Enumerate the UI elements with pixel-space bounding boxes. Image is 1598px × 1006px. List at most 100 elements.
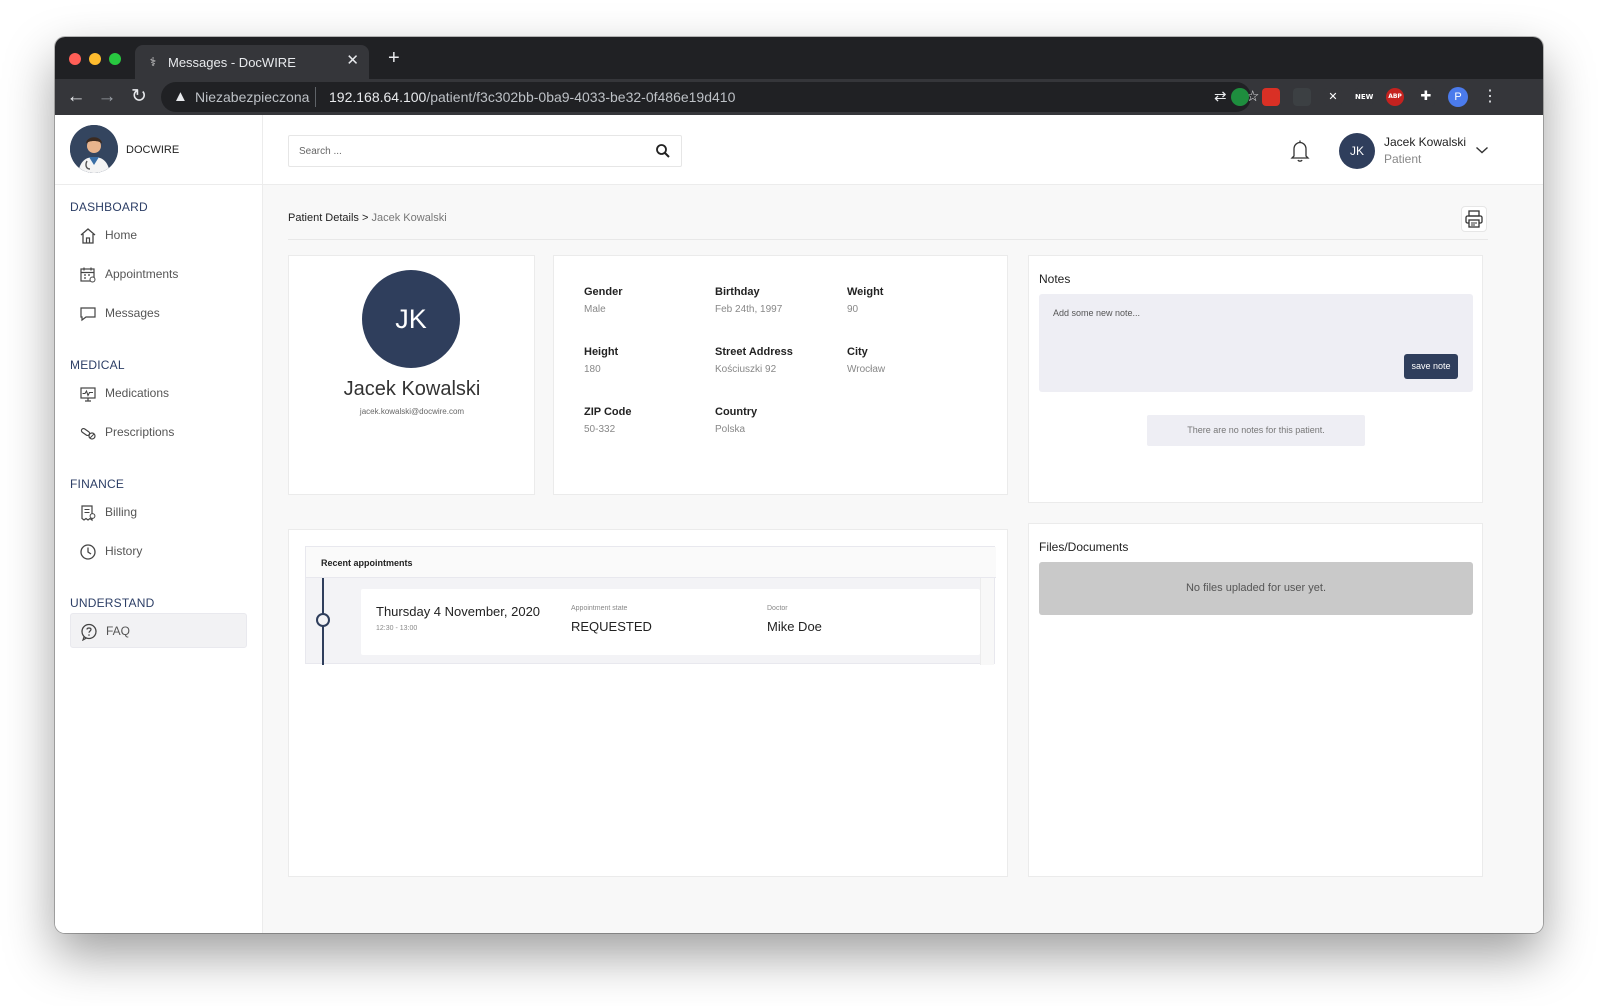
appointments-header: Recent appointments bbox=[306, 547, 996, 578]
section-finance: FINANCE bbox=[70, 477, 125, 491]
city-value: Wrocław bbox=[847, 364, 886, 375]
sidebar-item-prescriptions[interactable]: Prescriptions bbox=[70, 415, 247, 450]
notes-card: Notes save note There are no notes for t… bbox=[1028, 255, 1483, 503]
adblock-icon[interactable]: ABP bbox=[1386, 88, 1404, 106]
save-note-button[interactable]: save note bbox=[1404, 354, 1458, 379]
warning-icon: ▲ bbox=[173, 88, 188, 105]
appointments-card: Recent appointments Thursday 4 November,… bbox=[288, 529, 1008, 877]
invoice-icon bbox=[81, 505, 96, 522]
user-role: Patient bbox=[1384, 152, 1422, 166]
city-label: City bbox=[847, 346, 868, 358]
files-title: Files/Documents bbox=[1039, 540, 1129, 554]
extension-x-icon[interactable]: ✕ bbox=[1324, 88, 1342, 106]
reload-icon[interactable]: ↻ bbox=[128, 86, 150, 108]
url-divider bbox=[315, 87, 316, 107]
back-icon[interactable]: ← bbox=[65, 86, 87, 108]
gender-label: Gender bbox=[584, 286, 623, 298]
doctor-label: Doctor bbox=[767, 605, 788, 612]
height-value: 180 bbox=[584, 364, 601, 375]
zip-code-value: 50-332 bbox=[584, 424, 616, 435]
notes-title: Notes bbox=[1039, 272, 1071, 286]
files-card: Files/Documents No files upladed for use… bbox=[1028, 523, 1483, 877]
user-avatar[interactable]: JK bbox=[1339, 133, 1375, 169]
section-dashboard: DASHBOARD bbox=[70, 200, 148, 214]
browser-menu-icon[interactable]: ⋮ bbox=[1482, 86, 1498, 108]
street-address-value: Kościuszki 92 bbox=[715, 364, 777, 375]
weight-value: 90 bbox=[847, 304, 859, 315]
extension-red-icon[interactable] bbox=[1262, 88, 1280, 106]
breadcrumb: Patient Details > Jacek Kowalski bbox=[288, 212, 447, 224]
browser-window: ⚕ Messages - DocWIRE ✕ + ← → ↻ ▲ Niezabe… bbox=[55, 37, 1543, 933]
appointments-title: Recent appointments bbox=[321, 558, 413, 568]
sidebar-item-messages[interactable]: Messages bbox=[70, 296, 247, 331]
chevron-down-icon[interactable] bbox=[1475, 145, 1489, 155]
sidebar: DOCWIRE DASHBOARD Home Appointments Mess… bbox=[55, 115, 263, 933]
user-name[interactable]: Jacek Kowalski bbox=[1384, 135, 1466, 149]
sidebar-item-label: Messages bbox=[105, 306, 160, 320]
help-bubble-icon bbox=[81, 623, 97, 641]
sidebar-item-billing[interactable]: Billing bbox=[70, 495, 247, 530]
sidebar-item-medications[interactable]: Medications bbox=[70, 376, 247, 411]
extensions-puzzle-icon[interactable]: ✚ bbox=[1417, 88, 1435, 106]
new-tab-button[interactable]: + bbox=[388, 48, 400, 68]
sidebar-item-home[interactable]: Home bbox=[70, 218, 247, 253]
timeline-dot bbox=[316, 613, 330, 627]
sidebar-item-label: Prescriptions bbox=[105, 425, 175, 439]
sidebar-item-label: FAQ bbox=[106, 624, 131, 638]
appointment-item[interactable]: Thursday 4 November, 2020 12:30 - 13:00 … bbox=[361, 589, 980, 655]
sidebar-item-label: History bbox=[105, 544, 143, 558]
breadcrumb-divider bbox=[288, 239, 1488, 240]
height-label: Height bbox=[584, 346, 619, 358]
extension-new-icon[interactable]: NEW bbox=[1355, 88, 1373, 106]
brand[interactable]: DOCWIRE bbox=[55, 115, 263, 185]
top-bar: JK Jacek Kowalski Patient bbox=[263, 115, 1543, 185]
maximize-window-button[interactable] bbox=[109, 53, 121, 65]
tab-title: Messages - DocWIRE bbox=[168, 55, 296, 70]
note-input-area: save note bbox=[1039, 294, 1473, 392]
browser-tab[interactable]: ⚕ Messages - DocWIRE ✕ bbox=[135, 45, 369, 79]
sidebar-item-faq[interactable]: FAQ bbox=[70, 613, 247, 648]
close-window-button[interactable] bbox=[69, 53, 81, 65]
sidebar-item-history[interactable]: History bbox=[70, 534, 247, 569]
birthday-value: Feb 24th, 1997 bbox=[715, 304, 783, 315]
appointment-date: Thursday 4 November, 2020 bbox=[376, 604, 541, 619]
app-page: DOCWIRE DASHBOARD Home Appointments Mess… bbox=[55, 115, 1543, 933]
minimize-window-button[interactable] bbox=[89, 53, 101, 65]
sidebar-item-appointments[interactable]: Appointments bbox=[70, 257, 247, 292]
translate-icon[interactable]: ⇄ bbox=[1214, 87, 1227, 107]
brand-name: DOCWIRE bbox=[126, 144, 180, 156]
appointment-state-label: Appointment state bbox=[571, 605, 628, 612]
no-notes-message: There are no notes for this patient. bbox=[1147, 415, 1365, 446]
address-bar[interactable]: ▲ Niezabezpieczona 192.168.64.100/patien… bbox=[161, 82, 1259, 112]
extension-gray-icon[interactable] bbox=[1293, 88, 1311, 106]
printer-icon bbox=[1465, 210, 1483, 228]
pills-icon bbox=[80, 427, 96, 440]
url-host: 192.168.64.100 bbox=[329, 89, 427, 105]
profile-avatar[interactable]: P bbox=[1448, 87, 1468, 107]
patient-details-card: Gender Male Birthday Feb 24th, 1997 Weig… bbox=[553, 255, 1008, 495]
weight-label: Weight bbox=[847, 286, 884, 298]
sidebar-item-label: Medications bbox=[105, 386, 170, 400]
forward-icon[interactable]: → bbox=[96, 86, 118, 108]
profile-card: JK Jacek Kowalski jacek.kowalski@docwire… bbox=[288, 255, 535, 495]
section-understand: UNDERSTAND bbox=[70, 596, 155, 610]
search-icon[interactable] bbox=[655, 143, 671, 159]
url-text[interactable]: 192.168.64.100/patient/f3c302bb-0ba9-403… bbox=[329, 89, 735, 105]
print-button[interactable] bbox=[1461, 206, 1487, 232]
doctor-logo-icon bbox=[70, 125, 118, 173]
tab-strip: ⚕ Messages - DocWIRE ✕ + bbox=[55, 37, 1543, 79]
sidebar-item-label: Home bbox=[105, 228, 138, 242]
birthday-label: Birthday bbox=[715, 286, 760, 298]
bell-icon[interactable] bbox=[1289, 139, 1311, 163]
home-icon bbox=[80, 228, 96, 244]
breadcrumb-parent[interactable]: Patient Details bbox=[288, 212, 359, 224]
tab-close-icon[interactable]: ✕ bbox=[346, 53, 359, 69]
section-medical: MEDICAL bbox=[70, 358, 125, 372]
search-input[interactable] bbox=[289, 136, 649, 166]
appointment-state: REQUESTED bbox=[571, 619, 652, 634]
no-files-message: No files upladed for user yet. bbox=[1039, 562, 1473, 615]
sidebar-item-label: Appointments bbox=[105, 267, 179, 281]
extension-green-icon[interactable] bbox=[1231, 88, 1249, 106]
monitor-pulse-icon bbox=[80, 387, 96, 402]
scrollbar[interactable] bbox=[980, 578, 994, 665]
